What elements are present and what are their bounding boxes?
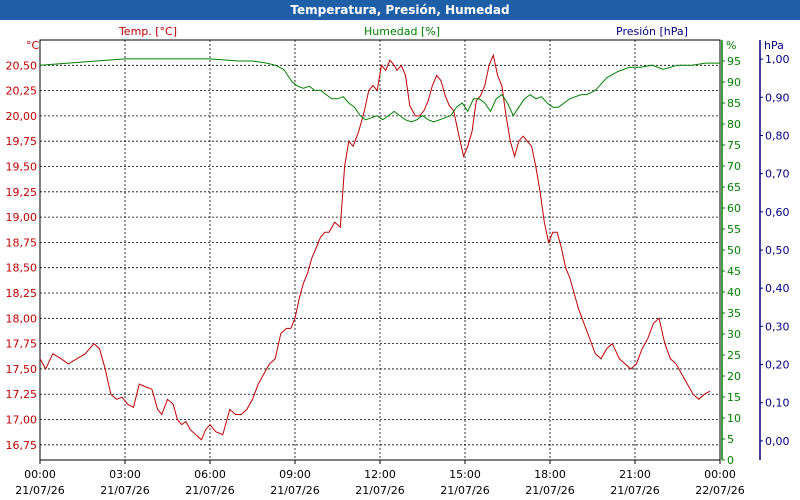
pressure-tick: 0,80 (765, 129, 790, 142)
temperature-tick-labels: 16,75 17,00 17,25 17,50 17,75 18,00 18,25 18,50… (6, 59, 38, 452)
temperature-tick: 20,50 (6, 59, 38, 72)
humidity-tick: 80 (727, 118, 741, 131)
date-tick: 21/07/26 (185, 484, 234, 497)
temperature-tick: 18,50 (6, 262, 38, 275)
humidity-tick: 15 (727, 391, 741, 404)
humidity-tick: 55 (727, 223, 741, 236)
temperature-series-line (39, 53, 711, 441)
date-tick: 21/07/26 (270, 484, 319, 497)
humidity-unit-label: % (726, 39, 736, 52)
time-tick: 15:00 (449, 468, 481, 481)
humidity-tick: 30 (727, 328, 741, 341)
temperature-tick: 19,00 (6, 211, 38, 224)
temperature-tick: 18,25 (6, 287, 38, 300)
temperature-tick: 17,50 (6, 363, 38, 376)
pressure-tick-labels: 0,00 0,10 0,20 0,30 0,40 0,50 0,60 0,70 0,80 0,90… (759, 40, 790, 460)
time-tick: 18:00 (534, 468, 566, 481)
date-tick: 21/07/26 (440, 484, 489, 497)
humidity-tick: 20 (727, 370, 741, 383)
time-tick: 03:00 (109, 468, 141, 481)
temperature-tick: 19,75 (6, 135, 38, 148)
humidity-tick: 45 (727, 265, 741, 278)
date-tick: 21/07/26 (525, 484, 574, 497)
pressure-tick: 0,10 (765, 397, 790, 410)
pressure-unit-label: hPa (764, 39, 784, 52)
temperature-axis-label: Temp. [°C] (118, 25, 177, 38)
temperature-tick: 18,00 (6, 312, 38, 325)
time-tick: 12:00 (364, 468, 396, 481)
temperature-tick: 17,25 (6, 388, 38, 401)
pressure-tick: 0,90 (765, 91, 790, 104)
pressure-tick: 0,00 (765, 435, 790, 448)
pressure-tick: 1,00 (765, 53, 790, 66)
temperature-tick: 18,75 (6, 236, 38, 249)
chart-title-bar: Temperatura, Presión, Humedad (0, 0, 800, 20)
humidity-tick: 5 (727, 433, 734, 446)
time-tick: 09:00 (279, 468, 311, 481)
pressure-tick: 0,70 (765, 168, 790, 181)
temperature-tick: 19,50 (6, 161, 38, 174)
temperature-tick: 19,25 (6, 186, 38, 199)
date-tick: 21/07/26 (355, 484, 404, 497)
pressure-tick: 0,60 (765, 206, 790, 219)
date-tick: 21/07/26 (15, 484, 64, 497)
humidity-tick: 85 (727, 97, 741, 110)
temperature-tick: 16,75 (6, 439, 38, 452)
time-tick: 21:00 (619, 468, 651, 481)
temperature-tick: 20,00 (6, 110, 38, 123)
humidity-tick: 90 (727, 76, 741, 89)
humidity-tick: 60 (727, 202, 741, 215)
time-tick-labels: 00:00 21/07/26 03:00 21/07/26 06:00 21/07/26 0… (15, 468, 744, 497)
temperature-unit-label: °C (26, 39, 40, 52)
grid-lines (39, 39, 721, 464)
weather-chart: 16,75 17,00 17,25 17,50 17,75 18,00 18,25 18,50… (6, 25, 790, 497)
humidity-tick: 0 (727, 454, 734, 467)
humidity-tick: 25 (727, 349, 741, 362)
humidity-tick: 50 (727, 244, 741, 257)
humidity-tick-labels: 0 5 10 15 20 25 30 35 40 45 50 55 60 65 70 75 80 85 90 95 (721, 40, 741, 467)
date-tick: 22/07/26 (695, 484, 744, 497)
temperature-tick: 17,75 (6, 338, 38, 351)
pressure-tick: 0,50 (765, 244, 790, 257)
time-tick: 00:00 (704, 468, 736, 481)
temperature-tick: 20,25 (6, 85, 38, 98)
pressure-tick: 0,40 (765, 282, 790, 295)
time-tick: 00:00 (24, 468, 56, 481)
humidity-tick: 65 (727, 181, 741, 194)
humidity-tick: 40 (727, 286, 741, 299)
humidity-axis-label: Humedad [%] (364, 25, 440, 38)
humidity-tick: 70 (727, 160, 741, 173)
pressure-tick: 0,20 (765, 359, 790, 372)
date-tick: 21/07/26 (100, 484, 149, 497)
pressure-axis-label: Presión [hPa] (616, 25, 688, 38)
temperature-tick: 17,00 (6, 414, 38, 427)
time-tick: 06:00 (194, 468, 226, 481)
humidity-tick: 75 (727, 139, 741, 152)
humidity-tick: 35 (727, 307, 741, 320)
humidity-tick: 95 (727, 55, 741, 68)
humidity-tick: 10 (727, 412, 741, 425)
pressure-tick: 0,30 (765, 320, 790, 333)
date-tick: 21/07/26 (610, 484, 659, 497)
